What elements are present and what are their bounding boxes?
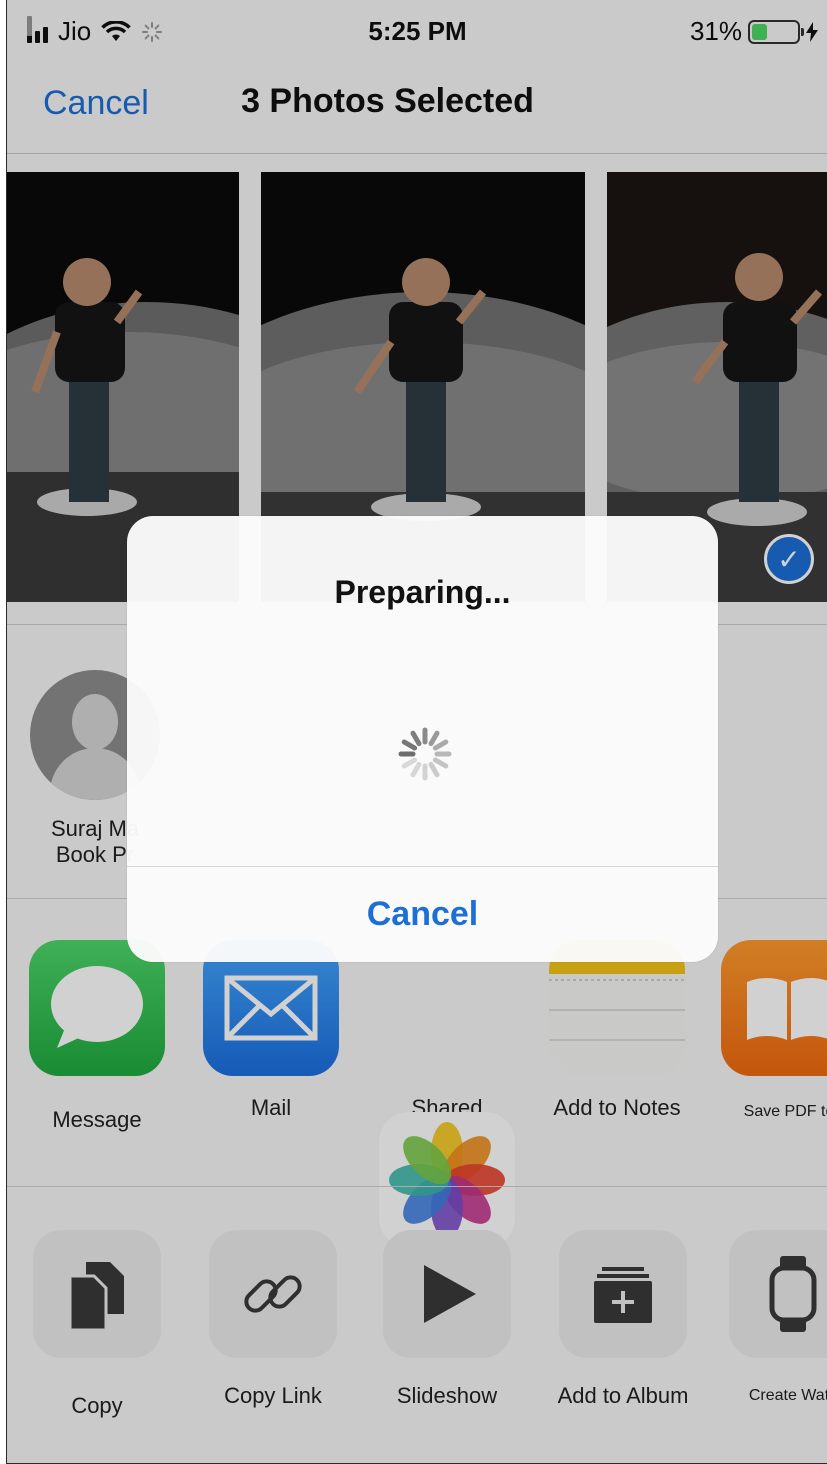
battery-percentage: 31% [689, 16, 742, 46]
copy-button[interactable]: Copy [17, 1230, 177, 1420]
share-apps-row: Message Mail Shared Add to Notes Save PD… [7, 940, 827, 1248]
nav-bar: Cancel 3 Photos Selected [7, 64, 827, 154]
divider [7, 1186, 827, 1187]
battery-icon [748, 19, 804, 44]
share-books-button[interactable]: Save PDF to [709, 940, 827, 1126]
selected-checkmark-icon: ✓ [764, 534, 814, 584]
add-album-icon [559, 1230, 687, 1358]
app-label: Mail [250, 1095, 292, 1120]
page-title: 3 Photos Selected [241, 82, 534, 120]
app-label: Add to Notes [553, 1095, 681, 1120]
books-icon [721, 940, 827, 1076]
alert-cancel-button[interactable]: Cancel [127, 866, 718, 962]
status-bar: Jio 5:25 PM 31% [7, 0, 827, 64]
add-to-album-button[interactable]: Add to Album [543, 1230, 703, 1410]
action-label: Add to Album [557, 1383, 689, 1408]
action-label: Create Watc [748, 1387, 827, 1404]
watch-icon [729, 1230, 827, 1358]
link-icon [209, 1230, 337, 1358]
share-mail-button[interactable]: Mail [191, 940, 351, 1122]
play-icon [383, 1230, 511, 1358]
loading-spinner-icon [398, 727, 452, 781]
share-message-button[interactable]: Message [17, 940, 177, 1134]
slideshow-button[interactable]: Slideshow [367, 1230, 527, 1410]
action-label: Copy [71, 1393, 123, 1418]
alert-title: Preparing... [334, 574, 511, 610]
shared-albums-icon [379, 1112, 515, 1248]
share-shared-albums-button[interactable]: Shared Albums [367, 940, 527, 1248]
charging-icon [806, 21, 818, 42]
app-label: Message [52, 1107, 142, 1132]
preparing-alert: Preparing... Cancel [127, 516, 718, 962]
copy-icon [33, 1230, 161, 1358]
action-label: Copy Link [224, 1383, 322, 1408]
copy-link-button[interactable]: Copy Link [193, 1230, 353, 1410]
action-label: Slideshow [396, 1383, 498, 1408]
share-notes-button[interactable]: Add to Notes [537, 940, 697, 1122]
share-sheet-screen: Jio 5:25 PM 31% Cancel 3 Photos Selected… [6, 0, 827, 1464]
create-watch-face-button[interactable]: Create Watc [713, 1230, 827, 1410]
app-label: Save PDF to [743, 1103, 827, 1120]
share-actions-row: Copy Copy Link Slideshow Add to Album Cr… [7, 1230, 827, 1460]
